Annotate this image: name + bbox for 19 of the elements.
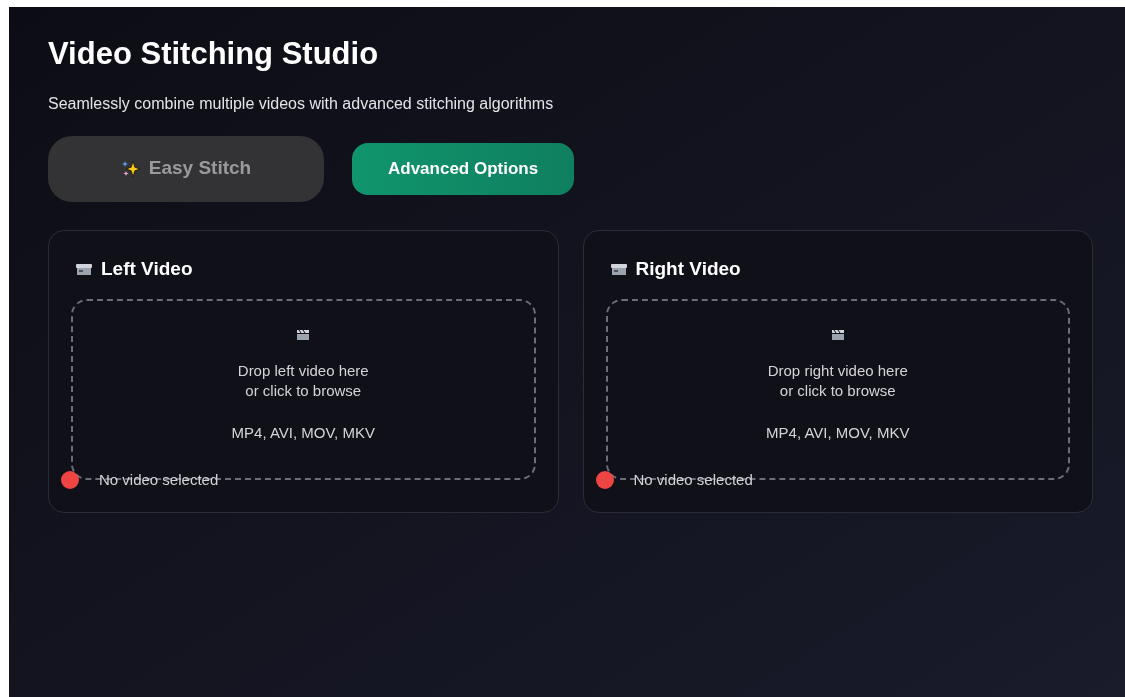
drop-instruction: Drop right video here bbox=[767, 361, 908, 381]
format-list: MP4, AVI, MOV, MKV bbox=[231, 422, 375, 445]
box-icon bbox=[609, 261, 628, 276]
tab-label: Advanced Options bbox=[388, 157, 539, 180]
tab[interactable]: Easy Stitch bbox=[48, 135, 324, 202]
clapperboard-icon bbox=[830, 329, 845, 341]
drop-instruction: Drop left video here bbox=[237, 361, 369, 381]
sparkles-icon bbox=[120, 158, 141, 179]
box-icon bbox=[75, 261, 93, 276]
clapperboard-icon bbox=[296, 329, 311, 341]
tab[interactable]: Advanced Options bbox=[352, 142, 575, 195]
page-title: Video Stitching Studio bbox=[48, 35, 380, 73]
tab-label: Easy Stitch bbox=[148, 156, 252, 181]
page-subtitle: Seamlessly combine multiple videos with advanced stitching algorithms bbox=[48, 93, 555, 114]
card-title: Left Video bbox=[101, 256, 193, 281]
browse-hint: or click to browse bbox=[779, 381, 896, 401]
format-list: MP4, AVI, MOV, MKV bbox=[766, 422, 910, 445]
browse-hint: or click to browse bbox=[245, 381, 362, 401]
card-title: Right Video bbox=[635, 256, 741, 281]
